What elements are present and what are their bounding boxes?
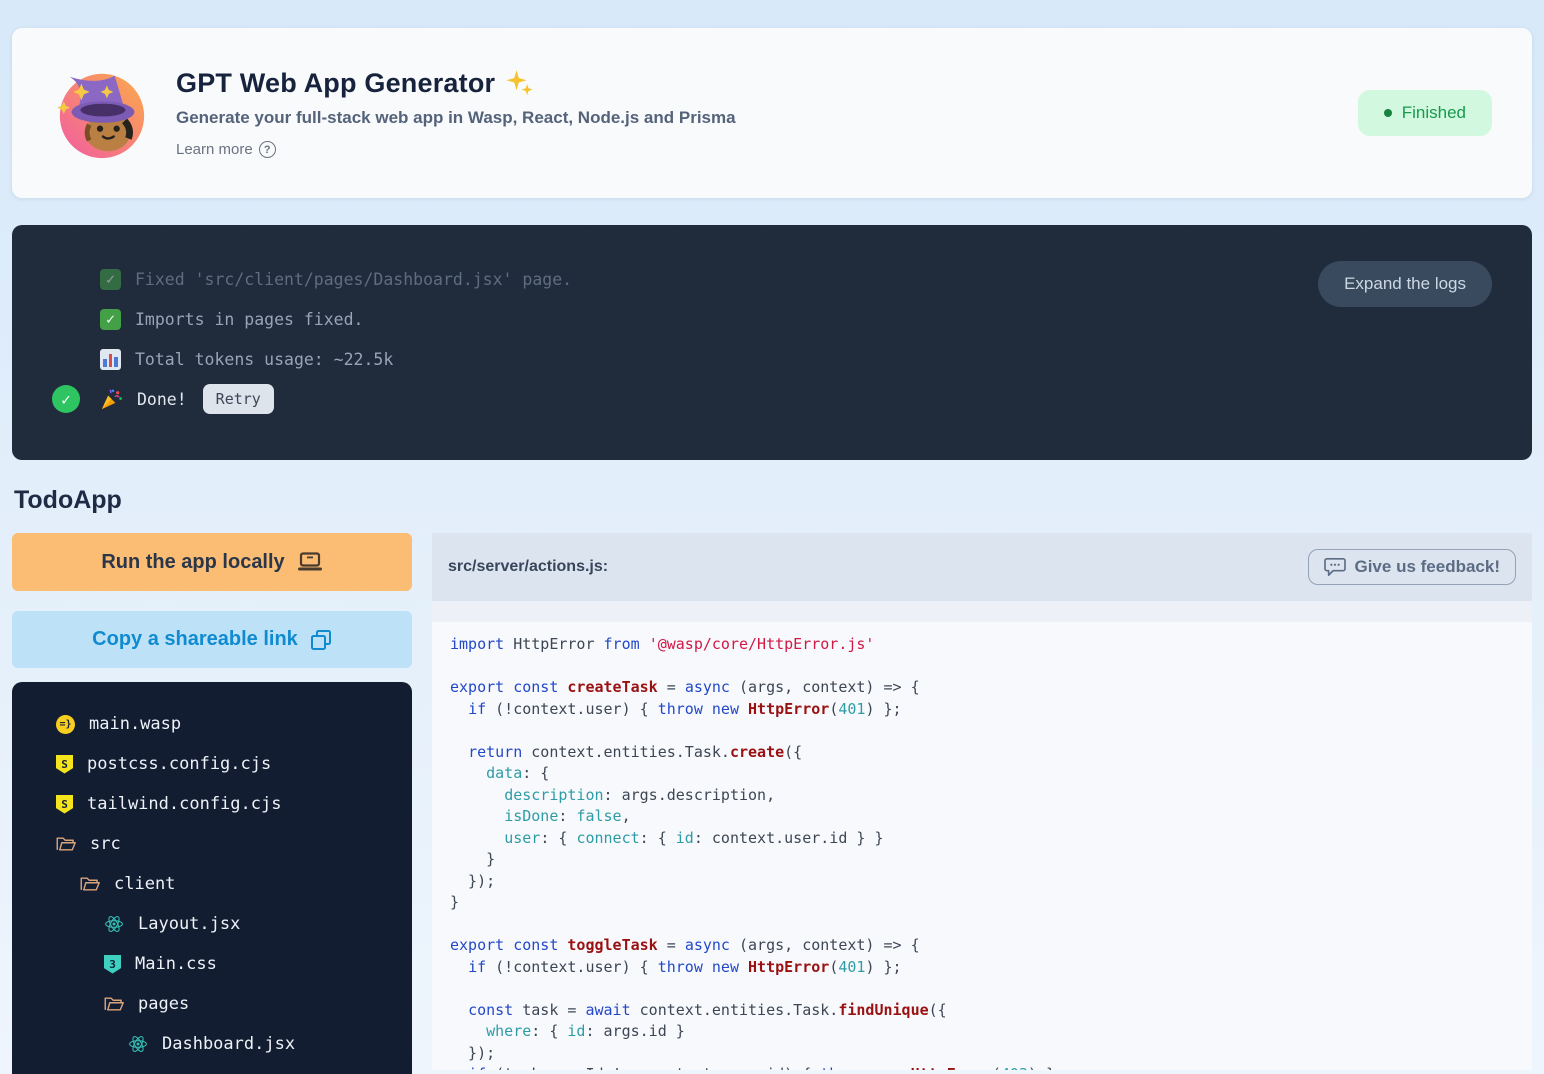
log-text: Done! (137, 390, 187, 409)
file-name: main.wasp (89, 714, 181, 734)
folder-open-icon (56, 835, 76, 853)
copy-icon (310, 629, 332, 651)
code-panel: src/server/actions.js: Give us feedback!… (432, 533, 1532, 1070)
content-columns: Run the app locally Copy a shareable lin… (12, 533, 1532, 1074)
file-name: client (114, 874, 175, 894)
code-line (450, 914, 1514, 936)
success-check-icon: ✓ (52, 385, 80, 413)
status-label: Finished (1402, 103, 1466, 123)
generation-log-panel: ✓ Fixed 'src/client/pages/Dashboard.jsx' … (12, 225, 1532, 460)
file-tree-item[interactable]: 3 Main.css (56, 944, 402, 984)
file-name: pages (138, 994, 189, 1014)
code-line: export const createTask = async (args, c… (450, 677, 1514, 699)
folder-open-icon (80, 875, 100, 893)
run-app-label: Run the app locally (101, 551, 284, 574)
react-icon (104, 914, 124, 934)
expand-logs-button[interactable]: Expand the logs (1318, 261, 1492, 307)
party-popper-icon (100, 388, 123, 411)
code-line: where: { id: args.id } (450, 1021, 1514, 1043)
file-name: Dashboard.jsx (162, 1034, 295, 1054)
log-line: Total tokens usage: ~22.5k (52, 339, 1492, 379)
file-tree-item[interactable]: Layout.jsx (56, 904, 402, 944)
file-name: postcss.config.cjs (87, 754, 271, 774)
page-title-text: GPT Web App Generator (176, 68, 495, 99)
file-tree-item[interactable]: src (56, 824, 402, 864)
copy-link-button[interactable]: Copy a shareable link (12, 611, 412, 668)
code-line: if (!context.user) { throw new HttpError… (450, 699, 1514, 721)
app-name-heading: TodoApp (14, 486, 1530, 515)
file-name: src (90, 834, 121, 854)
log-text: Total tokens usage: ~22.5k (135, 350, 393, 369)
status-dot-icon (1384, 109, 1392, 117)
log-text: Imports in pages fixed. (135, 310, 363, 329)
header-card: GPT Web App Generator Generate your full… (12, 28, 1532, 198)
react-icon (128, 1034, 148, 1054)
speech-bubble-icon (1324, 557, 1346, 577)
feedback-label: Give us feedback! (1354, 557, 1500, 577)
code-line: return context.entities.Task.create({ (450, 742, 1514, 764)
sparkles-icon (504, 69, 534, 99)
code-block: import HttpError from '@wasp/core/HttpEr… (450, 634, 1514, 1070)
code-line: } (450, 849, 1514, 871)
page-subtitle: Generate your full-stack web app in Wasp… (176, 108, 736, 128)
code-line (450, 978, 1514, 1000)
file-name: tailwind.config.cjs (87, 794, 281, 814)
css-shield-icon: 3 (104, 955, 121, 974)
code-line: data: { (450, 763, 1514, 785)
wasp-mage-logo (52, 64, 150, 162)
code-line: user: { connect: { id: context.user.id }… (450, 828, 1514, 850)
header-text: GPT Web App Generator Generate your full… (176, 68, 736, 158)
code-line: }); (450, 1043, 1514, 1065)
file-tree-item[interactable]: pages (56, 984, 402, 1024)
file-tree-item[interactable]: Spostcss.config.cjs (56, 744, 402, 784)
log-line: ✓ Imports in pages fixed. (52, 299, 1492, 339)
js-shield-icon: S (56, 795, 73, 814)
log-text: Fixed 'src/client/pages/Dashboard.jsx' p… (135, 270, 572, 289)
page-title: GPT Web App Generator (176, 68, 736, 99)
log-line: ✓ Done! Retry (52, 379, 1492, 419)
learn-more-link[interactable]: Learn more ? (176, 141, 276, 158)
code-line: export const toggleTask = async (args, c… (450, 935, 1514, 957)
code-line: if (task.userId !== context.user.id) { t… (450, 1064, 1514, 1070)
file-tree-item[interactable]: Stailwind.config.cjs (56, 784, 402, 824)
log-line: ✓ Fixed 'src/client/pages/Dashboard.jsx' … (52, 259, 1492, 299)
code-line: const task = await context.entities.Task… (450, 1000, 1514, 1022)
copy-link-label: Copy a shareable link (92, 628, 298, 651)
left-column: Run the app locally Copy a shareable lin… (12, 533, 412, 1074)
feedback-button[interactable]: Give us feedback! (1308, 549, 1516, 585)
file-name: Main.css (135, 954, 217, 974)
code-line: }); (450, 871, 1514, 893)
bar-chart-icon (100, 349, 121, 370)
code-line: if (!context.user) { throw new HttpError… (450, 957, 1514, 979)
check-box-icon: ✓ (100, 309, 121, 330)
js-shield-icon: S (56, 755, 73, 774)
code-line: description: args.description, (450, 785, 1514, 807)
retry-button[interactable]: Retry (203, 384, 274, 414)
log-lines: ✓ Fixed 'src/client/pages/Dashboard.jsx' … (52, 259, 1492, 419)
code-panel-header: src/server/actions.js: Give us feedback! (432, 533, 1532, 601)
check-box-icon: ✓ (100, 269, 121, 290)
code-line: } (450, 892, 1514, 914)
file-tree-item[interactable]: =} main.wasp (56, 704, 402, 744)
code-line (450, 656, 1514, 678)
code-filename: src/server/actions.js: (448, 558, 608, 576)
run-app-button[interactable]: Run the app locally (12, 533, 412, 591)
log-gutter: ✓ (52, 385, 100, 413)
file-tree: =}main.waspSpostcss.config.cjsStailwind.… (12, 682, 412, 1074)
wasp-file-icon: =} (56, 715, 75, 734)
file-tree-item[interactable]: client (56, 864, 402, 904)
page: GPT Web App Generator Generate your full… (0, 0, 1544, 1074)
code-line: import HttpError from '@wasp/core/HttpEr… (450, 634, 1514, 656)
status-badge: Finished (1358, 90, 1492, 136)
folder-open-icon (104, 995, 124, 1013)
learn-more-label: Learn more (176, 141, 253, 158)
code-line: isDone: false, (450, 806, 1514, 828)
code-line (450, 720, 1514, 742)
code-body: import HttpError from '@wasp/core/HttpEr… (432, 622, 1532, 1070)
laptop-icon (297, 552, 323, 572)
question-circle-icon: ? (259, 141, 276, 158)
file-tree-item[interactable]: Dashboard.jsx (56, 1024, 402, 1064)
file-name: Layout.jsx (138, 914, 240, 934)
